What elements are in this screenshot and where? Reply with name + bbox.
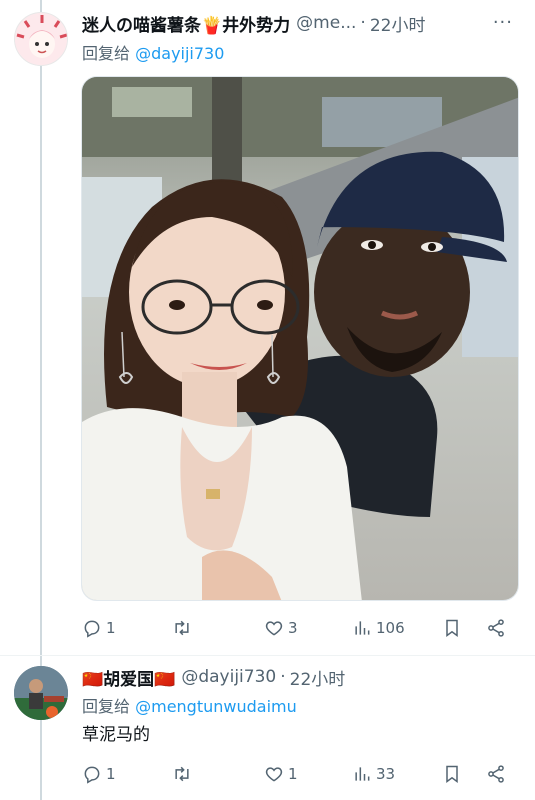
retweet-button[interactable] [172, 614, 196, 642]
reply-button[interactable]: 1 [82, 614, 116, 642]
author-handle[interactable]: @me... [296, 13, 356, 33]
bookmark-button[interactable] [442, 614, 466, 642]
tweet-header: 迷人の喵酱薯条🍟井外势力 @me... · 22小时 [82, 10, 425, 36]
share-icon [488, 765, 504, 783]
retweet-button[interactable] [172, 760, 196, 788]
views-icon [355, 621, 370, 635]
share-icon [488, 619, 504, 637]
author-name[interactable]: 迷人の喵酱薯条🍟井外势力 [82, 11, 290, 36]
avatar[interactable] [14, 12, 68, 66]
author-handle[interactable]: @dayiji730 [181, 667, 276, 687]
bookmark-icon [446, 619, 458, 637]
views-icon [355, 767, 370, 781]
author-name[interactable]: 🇨🇳胡爱国🇨🇳 [82, 665, 175, 690]
reply-icon [84, 620, 100, 638]
share-button[interactable] [486, 760, 510, 788]
like-count: 1 [288, 765, 298, 783]
views-count: 33 [376, 765, 396, 783]
reply-icon [84, 766, 100, 784]
share-button[interactable] [486, 614, 510, 642]
reply-count: 1 [106, 765, 116, 783]
timestamp[interactable]: 22小时 [370, 11, 426, 36]
retweet-icon [175, 620, 189, 636]
reply-button[interactable]: 1 [82, 760, 116, 788]
tweet-divider [0, 655, 535, 656]
like-count: 3 [288, 619, 298, 637]
tweet-text: 草泥马的 [82, 725, 150, 745]
avatar[interactable] [14, 666, 68, 720]
like-button[interactable]: 1 [264, 760, 298, 788]
retweet-icon [175, 766, 189, 782]
like-button[interactable]: 3 [264, 614, 298, 642]
reply-context: 回复给 @mengtunwudaimu [82, 693, 297, 717]
views-button[interactable]: 106 [352, 614, 405, 642]
reply-mention-link[interactable]: @mengtunwudaimu [135, 697, 297, 716]
heart-icon [265, 767, 283, 782]
reply-prefix: 回复给 [82, 697, 131, 716]
reply-count: 1 [106, 619, 116, 637]
tweet[interactable]: 迷人の喵酱薯条🍟井外势力 @me... · 22小时 ··· 回复给 @dayi… [0, 0, 535, 655]
tweet-actions: 1 1 33 [82, 760, 512, 788]
tweet-actions: 1 3 106 [82, 614, 512, 642]
reply-prefix: 回复给 [82, 44, 131, 63]
heart-icon [265, 621, 283, 636]
reply-context: 回复给 @dayiji730 [82, 40, 224, 64]
views-count: 106 [376, 619, 405, 637]
more-options-icon[interactable]: ··· [493, 12, 513, 33]
tweet-photo[interactable] [81, 76, 519, 601]
timestamp[interactable]: 22小时 [290, 665, 346, 690]
views-button[interactable]: 33 [352, 760, 395, 788]
bookmark-icon [446, 765, 458, 783]
separator-dot: · [360, 13, 366, 33]
bookmark-button[interactable] [442, 760, 466, 788]
reply-mention-link[interactable]: @dayiji730 [135, 44, 224, 63]
separator-dot: · [280, 667, 286, 687]
tweet-header: 🇨🇳胡爱国🇨🇳 @dayiji730 · 22小时 [82, 664, 345, 690]
